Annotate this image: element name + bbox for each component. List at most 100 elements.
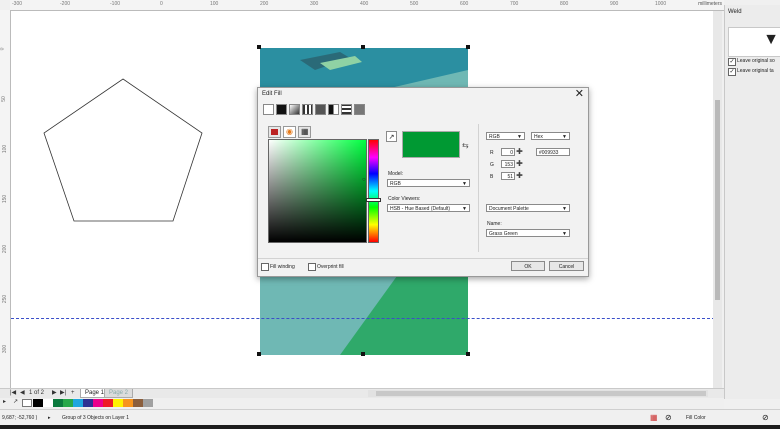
last-page-icon[interactable]: ▶| (60, 390, 66, 397)
ok-button[interactable]: OK (511, 261, 545, 271)
two-color-pattern-icon[interactable] (328, 104, 339, 115)
uniform-fill-icon[interactable] (276, 104, 287, 115)
page-counter: 1 of 2 (29, 390, 45, 396)
status-bar: 9,687; -52,760 ) ▸ Group of 3 Objects on… (0, 409, 780, 426)
ruler-tick: 150 (2, 194, 9, 204)
fill-bucket-icon[interactable]: ▦ (650, 413, 658, 422)
g-stepper-icon[interactable]: ✚ (516, 160, 523, 168)
color-picker-field[interactable] (268, 139, 367, 243)
palette-swatch[interactable] (103, 399, 113, 407)
palette-swatch[interactable] (73, 399, 83, 407)
hue-slider[interactable] (368, 139, 379, 243)
palette-scroll-icon[interactable]: ▸ (3, 399, 6, 406)
prev-page-icon[interactable]: ◀ (20, 390, 25, 397)
selection-handle[interactable] (257, 45, 261, 49)
palette-swatch[interactable] (83, 399, 93, 407)
no-color-swatch[interactable] (22, 399, 32, 407)
leave-target-checkbox[interactable]: ✓ (728, 68, 736, 76)
ruler-tick: 300 (310, 1, 319, 7)
b-stepper-icon[interactable]: ✚ (516, 172, 523, 180)
selection-handle[interactable] (257, 352, 261, 356)
palette-swatch[interactable] (113, 399, 123, 407)
grid-icon: ▦ (301, 127, 309, 136)
color-name-select[interactable]: Grass Green ▼ (486, 229, 570, 237)
overprint-fill-checkbox[interactable] (308, 263, 316, 271)
format-select[interactable]: Hex ▼ (531, 132, 570, 140)
ruler-tick: 0 (0, 48, 5, 51)
ruler-tick: -100 (110, 1, 121, 7)
eyedropper-icon[interactable]: ↗ (386, 131, 397, 142)
cancel-button[interactable]: Cancel (549, 261, 584, 271)
eyedropper-icon[interactable]: ↗ (13, 399, 18, 406)
b-input[interactable]: 51 (501, 172, 515, 180)
no-fill-icon[interactable] (263, 104, 274, 115)
ruler-tick: 1000 (655, 1, 667, 7)
palette-swatch[interactable] (63, 399, 73, 407)
dialog-footer-divider (258, 258, 588, 259)
texture-fill-icon[interactable] (341, 104, 352, 115)
swap-colors-icon[interactable]: ⇆ (462, 141, 469, 150)
r-stepper-icon[interactable]: ✚ (516, 148, 523, 156)
vector-pattern-icon[interactable] (302, 104, 313, 115)
left-ruler[interactable]: 0 50 100 150 200 250 300 (0, 10, 11, 388)
color-viewers-select[interactable]: HSB - Hue Based (Default) ▼ (387, 204, 470, 212)
g-input[interactable]: 153 (501, 160, 515, 168)
chevron-down-icon: ▼ (517, 134, 522, 140)
close-icon[interactable]: ✕ (575, 88, 584, 101)
next-page-icon[interactable]: ▶ (52, 390, 57, 397)
outline-pen-icon[interactable]: ⊘ (762, 413, 769, 422)
add-page-icon[interactable]: + (71, 390, 75, 397)
vertical-scroll-thumb[interactable] (715, 100, 720, 300)
palette-swatch[interactable] (93, 399, 103, 407)
horizontal-guideline[interactable] (11, 318, 715, 319)
model-value: RGB (390, 181, 401, 187)
ruler-tick: 300 (2, 344, 9, 354)
color-wheel-icon: ◉ (286, 127, 293, 136)
selection-handle[interactable] (466, 352, 470, 356)
fill-color-label: Fill Color (686, 415, 706, 421)
ruler-tick: 100 (2, 144, 9, 154)
tab-color-palettes[interactable]: ▦ (298, 126, 311, 138)
hue-slider-thumb[interactable] (366, 198, 381, 202)
chevron-down-icon: ▼ (462, 181, 467, 187)
r-input[interactable]: 0 (501, 148, 515, 156)
no-fill-icon[interactable]: ⊘ (665, 413, 672, 422)
palette-swatch[interactable] (123, 399, 133, 407)
fountain-fill-icon[interactable] (289, 104, 300, 115)
model-select[interactable]: RGB ▼ (387, 179, 470, 187)
selection-handle[interactable] (466, 45, 470, 49)
ruler-tick: 0 (160, 1, 163, 7)
fill-winding-checkbox[interactable] (261, 263, 269, 271)
selection-handle[interactable] (361, 352, 365, 356)
palette-swatch[interactable] (143, 399, 153, 407)
ruler-tick: 200 (260, 1, 269, 7)
edit-fill-dialog: Edit Fill ✕ ◉ ▦ ○ ↗ ⇆ Model: RGB ▼ Color … (257, 87, 589, 277)
color-space-select[interactable]: RGB ▼ (486, 132, 525, 140)
page-tab-2[interactable]: Page 2 (104, 389, 134, 398)
leave-source-checkbox[interactable]: ✓ (728, 58, 736, 66)
chevron-down-icon: ▼ (562, 231, 567, 237)
first-page-icon[interactable]: |◀ (10, 390, 16, 397)
palette-swatch[interactable] (43, 399, 53, 407)
palette-swatch[interactable] (53, 399, 63, 407)
tab-color-viewers[interactable] (268, 126, 281, 138)
name-label: Name: (487, 221, 502, 227)
hex-input[interactable]: #009933 (536, 148, 570, 156)
ruler-tick: 100 (210, 1, 219, 7)
palette-swatch[interactable] (133, 399, 143, 407)
palette-swatch[interactable] (33, 399, 43, 407)
ruler-tick: 700 (510, 1, 519, 7)
ruler-tick: -200 (60, 1, 71, 7)
dialog-title: Edit Fill (262, 91, 282, 97)
bitmap-pattern-icon[interactable] (315, 104, 326, 115)
palette-select[interactable]: Document Palette ▼ (486, 204, 570, 212)
postscript-fill-icon[interactable] (354, 104, 365, 115)
top-ruler[interactable]: -300 -200 -100 0 100 200 300 400 500 600… (10, 0, 724, 11)
tab-color-harmonies[interactable]: ◉ (283, 126, 296, 138)
chevron-down-icon: ▼ (562, 206, 567, 212)
horizontal-scroll-thumb[interactable] (376, 391, 706, 396)
selection-handle[interactable] (361, 45, 365, 49)
ruler-tick: 500 (410, 1, 419, 7)
pentagon-shape[interactable] (40, 76, 206, 224)
ruler-tick: 200 (2, 244, 9, 254)
